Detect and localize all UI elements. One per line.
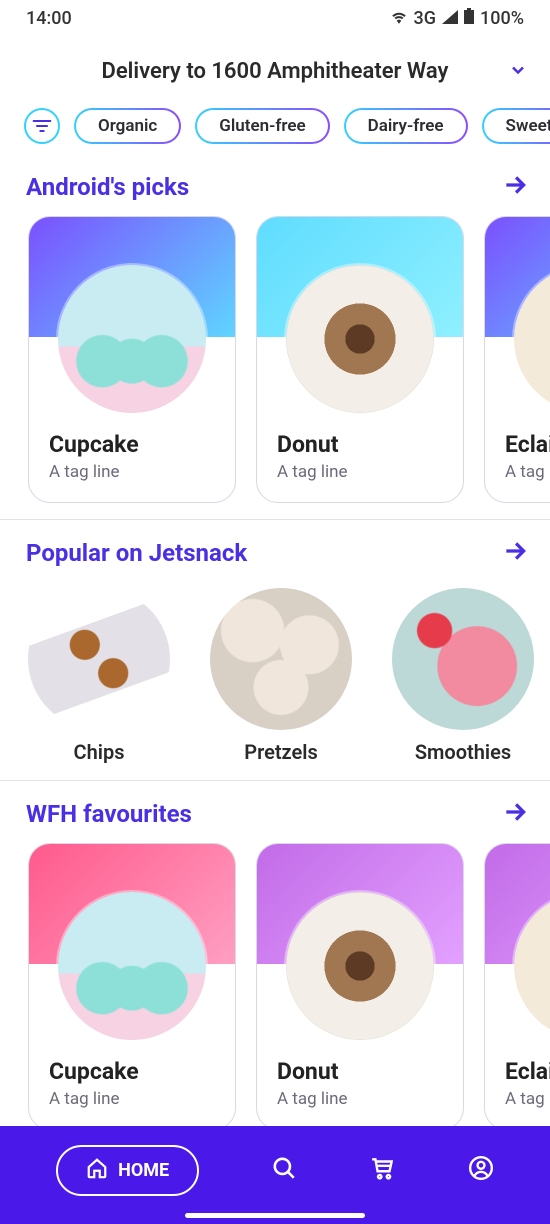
signal-icon <box>442 8 458 29</box>
popular-image <box>392 588 534 730</box>
popular-item[interactable]: Pretzels <box>210 588 352 764</box>
snack-card[interactable]: Donut A tag line <box>256 843 464 1130</box>
popular-label: Pretzels <box>210 740 352 764</box>
popular-label: Chips <box>28 740 170 764</box>
snack-name: Eclair <box>505 1058 550 1085</box>
arrow-right-icon[interactable] <box>502 172 528 202</box>
filter-row[interactable]: Organic Gluten-free Dairy-free Sweet <box>0 100 550 154</box>
snack-tagline: A tag line <box>277 462 443 482</box>
wfh-cards-row[interactable]: Cupcake A tag line Donut A tag line Ecla… <box>0 841 550 1130</box>
status-bar: 14:00 3G 100% <box>0 0 550 35</box>
wifi-icon <box>390 8 408 29</box>
gesture-bar <box>185 1213 365 1218</box>
nav-search[interactable] <box>271 1155 297 1185</box>
snack-name: Eclair <box>505 431 550 458</box>
popular-label: Smoothies <box>392 740 534 764</box>
section-title-popular: Popular on Jetsnack <box>26 539 247 567</box>
popular-item[interactable]: Chips <box>28 588 170 764</box>
snack-card[interactable]: Eclair A tag line <box>484 216 550 503</box>
snack-name: Cupcake <box>49 431 215 458</box>
snack-image <box>58 892 206 1040</box>
filter-icon[interactable] <box>24 108 60 144</box>
snack-image <box>286 892 434 1040</box>
bottom-nav: HOME <box>0 1126 550 1224</box>
snack-tagline: A tag line <box>49 462 215 482</box>
snack-card[interactable]: Eclair A tag line <box>484 843 550 1130</box>
section-title-picks: Android's picks <box>26 173 189 201</box>
snack-name: Donut <box>277 431 443 458</box>
delivery-address: Delivery to 1600 Amphitheater Way <box>102 59 449 84</box>
snack-image <box>286 265 434 413</box>
nav-home[interactable]: HOME <box>56 1145 199 1196</box>
snack-name: Cupcake <box>49 1058 215 1085</box>
popular-item[interactable]: Smoothies <box>392 588 534 764</box>
section-header-popular: Popular on Jetsnack <box>0 520 550 580</box>
chevron-down-icon <box>508 60 528 84</box>
snack-card[interactable]: Donut A tag line <box>256 216 464 503</box>
section-header-wfh: WFH favourites <box>0 781 550 841</box>
nav-cart[interactable] <box>370 1155 396 1185</box>
snack-image <box>58 265 206 413</box>
snack-tagline: A tag line <box>49 1089 215 1109</box>
popular-image <box>28 588 170 730</box>
status-time: 14:00 <box>26 8 72 29</box>
picks-cards-row[interactable]: Cupcake A tag line Donut A tag line Ecla… <box>0 214 550 519</box>
snack-tagline: A tag line <box>277 1089 443 1109</box>
nav-home-label: HOME <box>118 1160 169 1181</box>
status-right: 3G 100% <box>390 8 524 29</box>
network-label: 3G <box>414 8 437 29</box>
snack-tagline: A tag line <box>505 1089 550 1109</box>
arrow-right-icon[interactable] <box>502 799 528 829</box>
battery-label: 100% <box>480 8 524 29</box>
filter-chip-organic[interactable]: Organic <box>74 108 181 144</box>
section-header-picks: Android's picks <box>0 154 550 214</box>
filter-chip-sweet[interactable]: Sweet <box>482 108 550 144</box>
nav-profile[interactable] <box>468 1155 494 1185</box>
popular-row[interactable]: Chips Pretzels Smoothies <box>0 580 550 780</box>
section-title-wfh: WFH favourites <box>26 800 192 828</box>
snack-tagline: A tag line <box>505 462 550 482</box>
snack-name: Donut <box>277 1058 443 1085</box>
snack-card[interactable]: Cupcake A tag line <box>28 843 236 1130</box>
popular-image <box>210 588 352 730</box>
delivery-header[interactable]: Delivery to 1600 Amphitheater Way <box>0 35 550 100</box>
snack-card[interactable]: Cupcake A tag line <box>28 216 236 503</box>
filter-chip-gluten-free[interactable]: Gluten-free <box>195 108 329 144</box>
arrow-right-icon[interactable] <box>502 538 528 568</box>
home-icon <box>86 1157 108 1184</box>
filter-chip-dairy-free[interactable]: Dairy-free <box>344 108 468 144</box>
battery-icon <box>464 8 474 29</box>
